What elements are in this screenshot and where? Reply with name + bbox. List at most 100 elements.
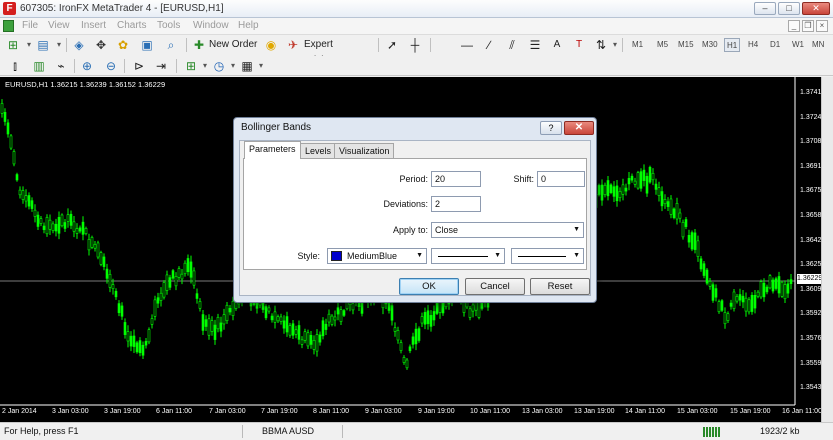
zoom-in-icon[interactable]: ⊕ <box>80 59 94 73</box>
candle-body <box>225 304 229 321</box>
arrows-icon[interactable]: ⇅ <box>594 38 608 52</box>
candle-body <box>660 191 664 207</box>
menu-window[interactable]: Window <box>193 20 229 31</box>
candle-body <box>210 320 214 332</box>
profiles-dropdown-icon[interactable]: ▾ <box>52 38 66 52</box>
time-axis-label: 8 Jan 11:00 <box>313 408 350 415</box>
candle-body <box>111 284 115 290</box>
candle-body <box>747 299 751 313</box>
new-order-button[interactable]: New Order <box>209 37 259 53</box>
cancel-button[interactable]: Cancel <box>465 278 525 295</box>
candle-body <box>324 323 328 330</box>
periods-icon[interactable]: ◷ <box>212 59 226 73</box>
style-color-select[interactable]: MediumBlue ▼ <box>327 248 427 264</box>
price-axis-label: 1.36090 <box>800 285 821 293</box>
tab-visualization[interactable]: Visualization <box>334 143 395 158</box>
status-profile: BBMA AUSD <box>262 426 315 436</box>
expert-advisors-button[interactable]: Expert Advisors <box>304 37 370 66</box>
candle-body <box>171 270 175 279</box>
candle-body <box>786 283 790 294</box>
cursor-icon[interactable]: ➚ <box>385 38 399 52</box>
strategy-tester-icon[interactable]: ⌕ <box>164 38 178 52</box>
chart-scrollbar[interactable] <box>821 77 833 422</box>
indicators-dropdown-icon[interactable]: ▾ <box>198 59 212 73</box>
shift-input[interactable] <box>537 171 585 187</box>
timeframe-m30[interactable]: M30 <box>700 38 720 52</box>
menu-help[interactable]: Help <box>238 20 259 31</box>
tab-levels[interactable]: Levels <box>300 143 337 158</box>
apply-to-select[interactable]: Close ▼ <box>431 222 584 238</box>
line-style-select[interactable]: ▼ <box>431 248 505 264</box>
expert-advisors-icon[interactable]: ✈ <box>286 38 300 52</box>
chevron-down-icon: ▼ <box>573 252 580 259</box>
close-button[interactable]: ✕ <box>802 2 830 15</box>
dialog-help-button[interactable]: ? <box>540 121 562 135</box>
templates-dropdown-icon[interactable]: ▾ <box>254 59 268 73</box>
new-order-icon[interactable]: ✚ <box>192 38 206 52</box>
timeframe-m5[interactable]: M5 <box>655 38 670 52</box>
menu-view[interactable]: View <box>48 20 70 31</box>
market-watch-icon[interactable]: ◈ <box>72 38 86 52</box>
candle-body <box>27 195 31 207</box>
chart-minimize-button[interactable]: _ <box>788 20 800 32</box>
autoscroll-icon[interactable]: ⊳ <box>132 59 146 73</box>
tab-parameters[interactable]: Parameters <box>244 141 301 159</box>
menu-file[interactable]: File <box>22 20 38 31</box>
ok-button[interactable]: OK <box>399 278 459 295</box>
dialog-close-button[interactable]: ✕ <box>564 121 594 135</box>
timeframe-d1[interactable]: D1 <box>768 38 782 52</box>
metaeditor-icon[interactable]: ◉ <box>264 38 278 52</box>
menu-insert[interactable]: Insert <box>81 20 106 31</box>
templates-icon[interactable]: ▦ <box>240 59 254 73</box>
minimize-button[interactable]: – <box>754 2 776 15</box>
candle-body <box>93 244 97 249</box>
period-input[interactable] <box>431 171 481 187</box>
fibonacci-icon[interactable]: ☰ <box>528 38 542 52</box>
profiles-icon[interactable]: ▤ <box>36 38 50 52</box>
text-label-button[interactable]: T <box>572 37 586 53</box>
timeframe-mn[interactable]: MN <box>810 38 826 52</box>
line-chart-icon[interactable]: ⌁ <box>54 59 68 73</box>
timeframe-m15[interactable]: M15 <box>676 38 696 52</box>
arrows-dropdown-icon[interactable]: ▾ <box>608 38 622 52</box>
new-chart-icon[interactable]: ⊞ <box>6 38 20 52</box>
reset-button[interactable]: Reset <box>530 278 590 295</box>
menu-charts[interactable]: Charts <box>117 20 146 31</box>
chart-close-button[interactable]: × <box>816 20 828 32</box>
chart-shift-icon[interactable]: ⇥ <box>154 59 168 73</box>
price-axis-label: 1.36750 <box>800 187 821 195</box>
timeframe-w1[interactable]: W1 <box>790 38 806 52</box>
timeframe-h4[interactable]: H4 <box>746 38 760 52</box>
terminal-icon[interactable]: ▣ <box>140 38 154 52</box>
candle-body <box>393 327 397 332</box>
navigator-icon[interactable]: ✿ <box>116 38 130 52</box>
line-width-select[interactable]: ▼ <box>511 248 584 264</box>
maximize-button[interactable]: □ <box>778 2 800 15</box>
candle-body <box>624 187 628 192</box>
candle-body <box>711 284 715 301</box>
chart-restore-button[interactable]: ❐ <box>802 20 814 32</box>
candle-body <box>192 270 196 286</box>
deviations-input[interactable] <box>431 196 481 212</box>
zoom-out-icon[interactable]: ⊖ <box>104 59 118 73</box>
new-chart-dropdown-icon[interactable]: ▾ <box>22 38 36 52</box>
equidistant-channel-icon[interactable]: ⫽ <box>505 38 519 52</box>
periods-dropdown-icon[interactable]: ▾ <box>226 59 240 73</box>
text-tool-button[interactable]: A <box>550 37 564 53</box>
indicators-icon[interactable]: ⊞ <box>184 59 198 73</box>
candlestick-icon[interactable]: ▥ <box>32 59 46 73</box>
trendline-icon[interactable]: ∕ <box>482 38 496 52</box>
candle-body <box>228 308 232 313</box>
price-axis-label: 1.36255 <box>800 261 821 269</box>
bar-chart-icon[interactable]: ⫾ <box>8 59 22 73</box>
candle-body <box>672 208 676 219</box>
crosshair-icon[interactable]: ┼ <box>408 38 422 52</box>
timeframe-h1[interactable]: H1 <box>724 38 741 52</box>
candle-body <box>702 263 706 276</box>
candle-body <box>159 292 163 301</box>
data-window-icon[interactable]: ✥ <box>94 38 108 52</box>
menu-tools[interactable]: Tools <box>157 20 180 31</box>
timeframe-m1[interactable]: M1 <box>630 38 645 52</box>
candle-body <box>318 334 322 343</box>
horizontal-line-icon[interactable]: — <box>460 38 474 52</box>
